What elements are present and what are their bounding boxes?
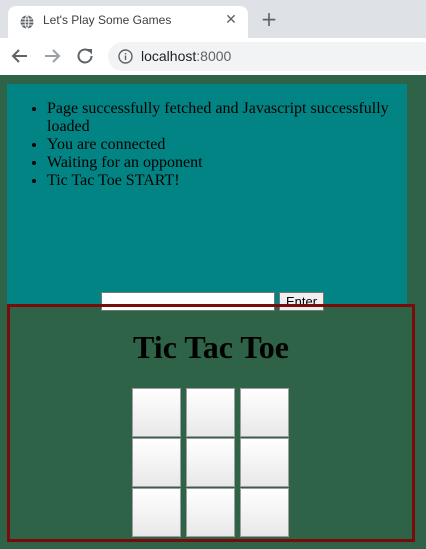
board-cell-3[interactable] [240,388,289,437]
back-arrow-icon[interactable] [8,44,32,68]
address-bar[interactable]: localhost:8000 [108,42,426,71]
board-cell-2[interactable] [186,388,235,437]
browser-tab[interactable]: Let's Play Some Games ✕ [8,6,248,38]
url-port: :8000 [196,48,232,64]
message-log: Page successfully fetched and Javascript… [7,100,407,190]
board-cell-5[interactable] [186,438,235,487]
game-title: Tic Tac Toe [133,329,289,365]
url-text: localhost:8000 [141,48,231,64]
board-cell-7[interactable] [132,488,181,537]
url-host: localhost [141,48,197,64]
tic-tac-toe-board [132,388,291,539]
log-item: Tic Tac Toe START! [47,172,389,190]
log-item: You are connected [47,136,389,154]
browser-toolbar: localhost:8000 [0,38,426,76]
tab-title: Let's Play Some Games [43,13,172,27]
board-cell-6[interactable] [240,438,289,487]
reload-icon[interactable] [73,44,97,68]
message-log-panel: Page successfully fetched and Javascript… [7,84,407,311]
log-item: Waiting for an opponent [47,154,389,172]
forward-arrow-icon[interactable] [40,44,64,68]
log-item: Page successfully fetched and Javascript… [47,100,389,136]
globe-icon [20,15,34,29]
tab-strip: Let's Play Some Games ✕ + [0,0,426,38]
info-icon[interactable] [118,49,133,64]
board-cell-9[interactable] [240,488,289,537]
page-content: Page successfully fetched and Javascript… [0,75,426,549]
board-cell-8[interactable] [186,488,235,537]
board-cell-1[interactable] [132,388,181,437]
game-panel: Tic Tac Toe [7,304,415,542]
plus-icon[interactable]: + [258,9,280,31]
close-icon[interactable]: ✕ [222,11,240,29]
board-cell-4[interactable] [132,438,181,487]
